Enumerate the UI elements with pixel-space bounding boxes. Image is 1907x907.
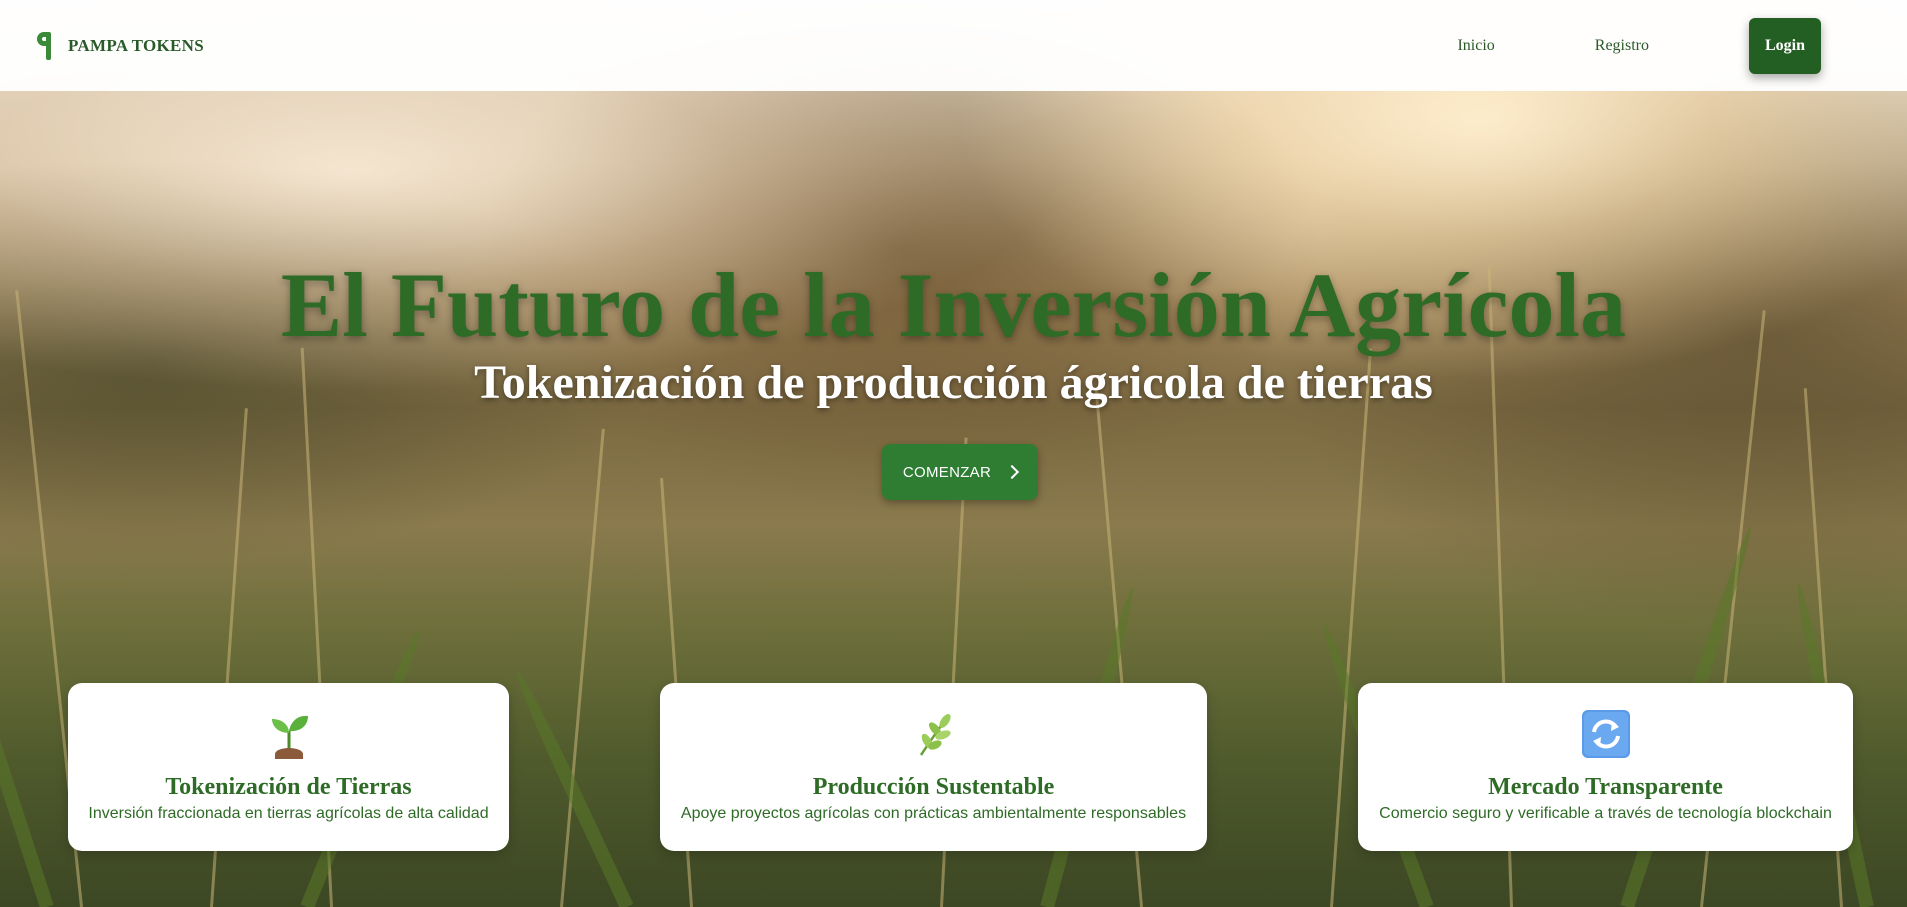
brand-name: PAMPA TOKENS [68,35,204,55]
pampa-logo-icon [36,30,62,62]
feature-title: Mercado Transparente [1488,774,1723,800]
feature-description: Apoye proyectos agrícolas con prácticas … [680,805,1187,822]
feature-card-produccion: Producción Sustentable Apoye proyectos a… [660,683,1207,851]
site-header: PAMPA TOKENS Inicio Registro Login [0,0,1907,91]
comenzar-button-label: COMENZAR [902,463,992,481]
feature-description: Comercio seguro y verificable a través d… [1379,805,1832,822]
nav-link-inicio[interactable]: Inicio [1457,37,1494,55]
hero-subtitle: Tokenización de producción ágricola de t… [474,356,1433,409]
feature-description: Inversión fraccionada en tierras agrícol… [88,805,489,822]
main-nav: Inicio Registro Login [1457,17,1871,74]
comenzar-button[interactable]: COMENZAR [882,444,1038,500]
feature-title: Tokenización de Tierras [165,774,412,800]
chevron-right-icon [1005,464,1020,480]
refresh-arrows-icon [1581,710,1630,758]
hero-title: El Futuro de la Inversión Agrícola [280,254,1627,356]
herb-icon [919,714,951,756]
feature-card-tokenizacion: Tokenización de Tierras Inversión fracci… [68,683,509,851]
feature-title: Producción Sustentable [812,774,1055,800]
nav-link-registro[interactable]: Registro [1595,37,1649,55]
seedling-icon [271,715,308,759]
brand-logo[interactable]: PAMPA TOKENS [36,30,204,62]
login-button[interactable]: Login [1749,17,1821,74]
feature-card-mercado: Mercado Transparente Comercio seguro y v… [1358,683,1853,851]
